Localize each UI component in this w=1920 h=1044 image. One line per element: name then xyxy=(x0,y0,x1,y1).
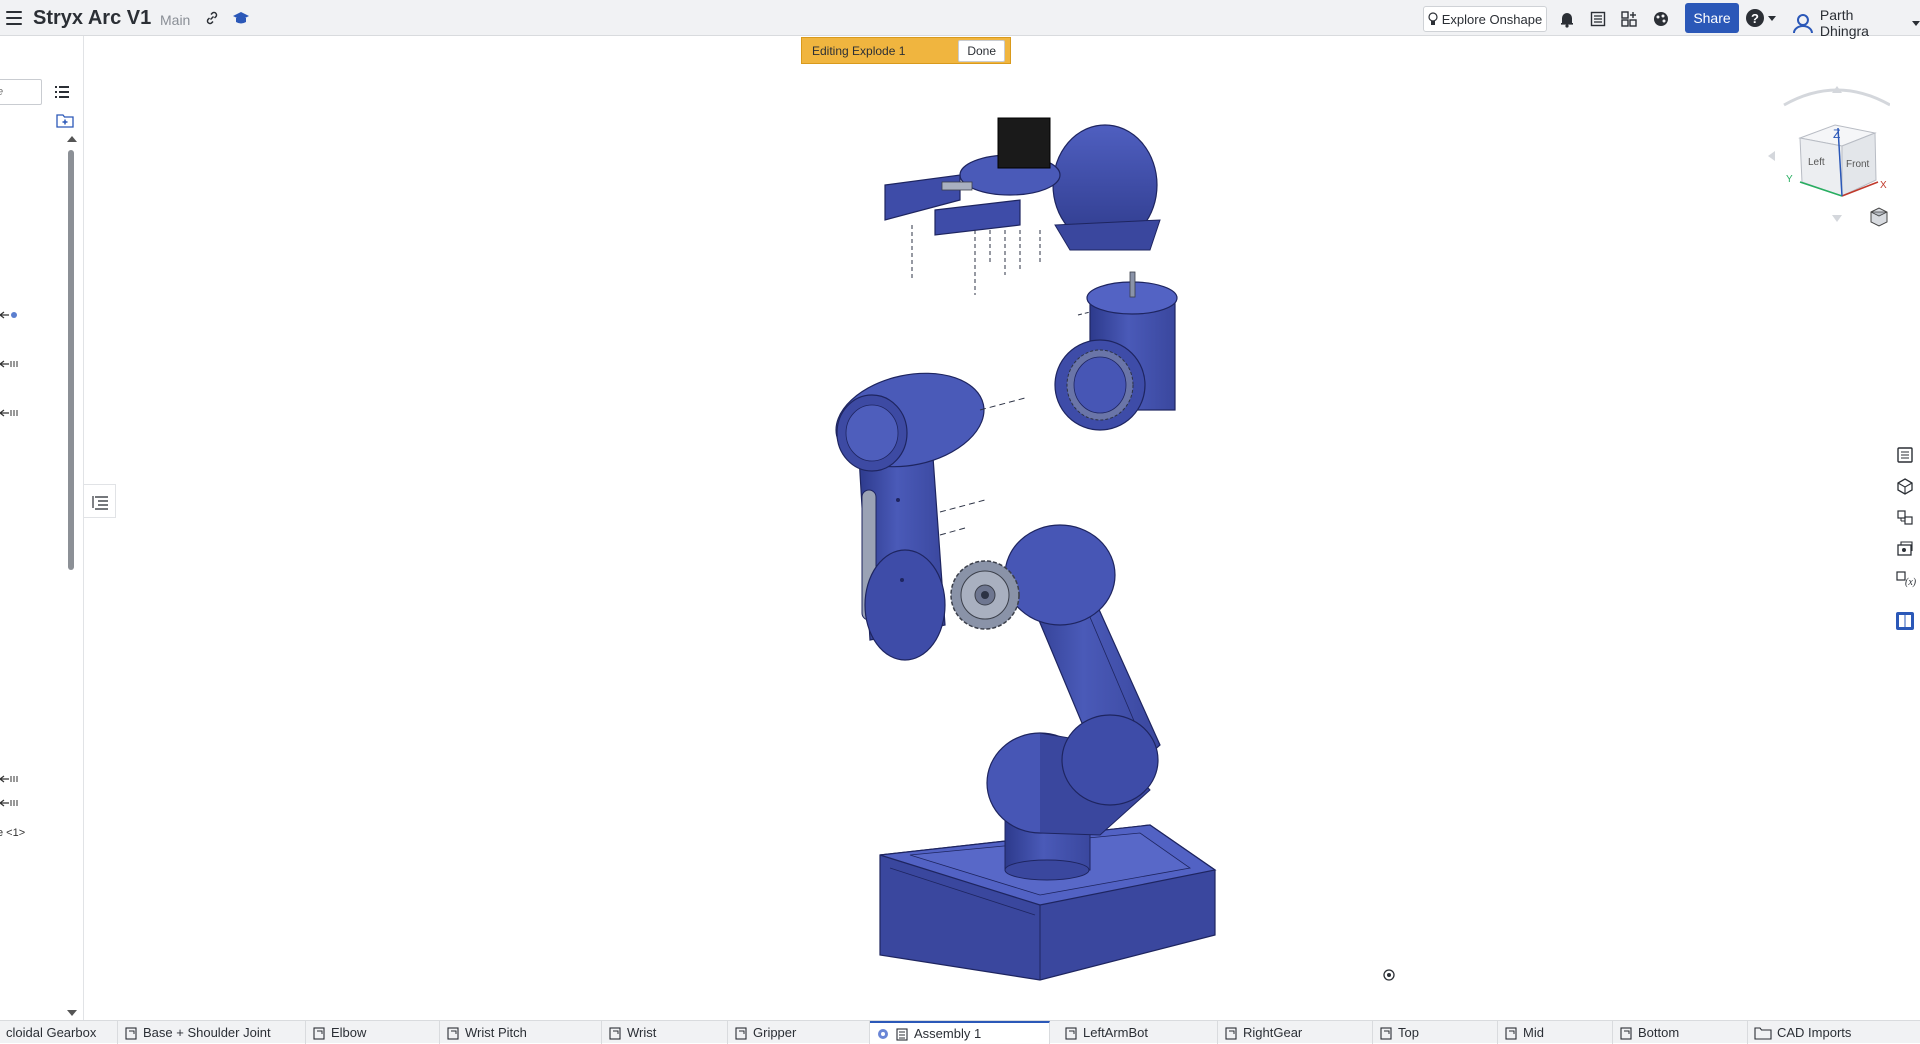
document-title[interactable]: Stryx Arc V1 xyxy=(33,7,151,30)
tab-label: Bottom xyxy=(1638,1025,1680,1040)
svg-text:(x): (x) xyxy=(1905,577,1916,588)
mate-icon[interactable] xyxy=(0,798,20,808)
top-bar: Stryx Arc V1 Main Explore Onshape Share … xyxy=(0,0,1920,39)
tab-label: cloidal Gearbox xyxy=(6,1025,97,1040)
part-studio-icon xyxy=(1505,1026,1517,1040)
tab-label: CAD Imports xyxy=(1777,1025,1852,1040)
app-store-icon[interactable] xyxy=(1620,10,1638,28)
avatar xyxy=(1792,14,1813,34)
tab-top[interactable]: Top xyxy=(1373,1021,1498,1044)
tab-cycloidal-gearbox[interactable]: cloidal Gearbox xyxy=(0,1021,118,1044)
help-menu[interactable]: ? xyxy=(1746,9,1776,27)
tab-elbow[interactable]: Elbow xyxy=(306,1021,440,1044)
tab-label: Elbow xyxy=(331,1025,367,1040)
mate-icon[interactable] xyxy=(0,774,20,784)
document-tabs: cloidal Gearbox Base + Shoulder Joint El… xyxy=(0,1020,1920,1044)
tab-bottom[interactable]: Bottom xyxy=(1613,1021,1748,1044)
pivot-marker-icon[interactable] xyxy=(1383,969,1395,981)
view-options-icon[interactable] xyxy=(1870,207,1890,227)
scroll-up-arrow[interactable] xyxy=(67,136,77,142)
named-views-icon[interactable] xyxy=(1894,537,1916,559)
appearance-icon[interactable] xyxy=(1652,10,1670,28)
bill-of-materials-icon[interactable] xyxy=(1894,506,1916,528)
explore-onshape-button[interactable]: Explore Onshape xyxy=(1423,6,1547,32)
tab-rightgear[interactable]: RightGear xyxy=(1218,1021,1373,1044)
part-studio-icon xyxy=(313,1026,325,1040)
properties-panel-icon[interactable] xyxy=(1894,444,1916,466)
part-studio-icon xyxy=(1065,1026,1077,1040)
tab-label: LeftArmBot xyxy=(1083,1025,1149,1040)
scrollbar-thumb[interactable] xyxy=(68,150,74,570)
user-name: Parth Dhingra xyxy=(1819,7,1869,39)
release-candidates-icon[interactable] xyxy=(1589,10,1607,28)
tab-label: Assembly 1 xyxy=(914,1026,982,1041)
tab-label: Wrist xyxy=(627,1025,657,1040)
instance-list-panel: e <1> xyxy=(0,36,84,1020)
part-studio-icon xyxy=(447,1026,459,1040)
tab-label: Gripper xyxy=(753,1025,797,1040)
view-cube-left: Left xyxy=(1808,157,1825,168)
tab-wrist-pitch[interactable]: Wrist Pitch xyxy=(440,1021,602,1044)
tab-wrist[interactable]: Wrist xyxy=(602,1021,728,1044)
axis-y-label: Y xyxy=(1786,174,1793,185)
part-studio-icon xyxy=(735,1026,747,1040)
tab-label: Mid xyxy=(1523,1025,1544,1040)
graphics-viewport[interactable]: Z Left Front X Y xyxy=(85,37,1890,1020)
explode-indicator-icon xyxy=(878,1028,888,1039)
chevron-down-icon xyxy=(1768,15,1776,21)
scroll-down-arrow[interactable] xyxy=(67,1010,77,1016)
link-icon[interactable] xyxy=(204,10,220,26)
user-menu[interactable]: Parth Dhingra xyxy=(1792,7,1920,39)
part-studio-icon xyxy=(1620,1026,1632,1040)
learning-center-icon[interactable] xyxy=(232,10,250,26)
mate-icon[interactable] xyxy=(0,359,20,369)
tab-base-shoulder-joint[interactable]: Base + Shoulder Joint xyxy=(118,1021,306,1044)
explore-label: Explore Onshape xyxy=(1441,11,1543,27)
add-folder-icon[interactable] xyxy=(56,112,74,128)
wrist-pitch[interactable] xyxy=(1054,271,1178,431)
tab-label: Wrist Pitch xyxy=(465,1025,527,1040)
share-button[interactable]: Share xyxy=(1685,3,1739,33)
axis-x-label: X xyxy=(1880,180,1887,191)
lightbulb-icon xyxy=(1428,12,1438,25)
mate-connector-icon[interactable] xyxy=(0,310,20,320)
filter-input[interactable] xyxy=(0,79,42,105)
notifications-icon[interactable] xyxy=(1558,10,1576,28)
configurations-icon[interactable] xyxy=(1894,475,1916,497)
part-studio-icon xyxy=(1380,1026,1392,1040)
list-view-icon[interactable] xyxy=(54,84,70,100)
gripper-assembly[interactable] xyxy=(884,117,1161,295)
cycloidal-gear[interactable] xyxy=(950,560,1020,630)
part-studio-icon xyxy=(609,1026,621,1040)
instance-label[interactable]: e <1> xyxy=(0,827,25,839)
variables-icon[interactable]: (x) xyxy=(1894,568,1916,590)
tab-cad-imports[interactable]: CAD Imports xyxy=(1748,1021,1920,1044)
help-icon: ? xyxy=(1746,9,1764,27)
menu-icon[interactable] xyxy=(6,11,22,25)
folder-icon xyxy=(1754,1026,1772,1040)
tab-mid[interactable]: Mid xyxy=(1498,1021,1613,1044)
part-studio-icon xyxy=(125,1026,137,1040)
tab-assembly-1[interactable]: Assembly 1 xyxy=(870,1021,1050,1044)
tab-leftarmbot[interactable]: LeftArmBot xyxy=(1058,1021,1218,1044)
assembly-icon xyxy=(896,1027,908,1041)
view-cube-front: Front xyxy=(1846,159,1870,170)
chevron-down-icon xyxy=(1912,20,1920,26)
part-studio-icon xyxy=(1225,1026,1237,1040)
mate-icon[interactable] xyxy=(0,408,20,418)
view-cube[interactable]: Z Left Front X Y xyxy=(1768,86,1890,222)
tab-label: Top xyxy=(1398,1025,1419,1040)
tab-label: RightGear xyxy=(1243,1025,1303,1040)
tab-label: Base + Shoulder Joint xyxy=(143,1025,271,1040)
appearances-panel-icon[interactable] xyxy=(1894,610,1916,632)
tab-gripper[interactable]: Gripper xyxy=(728,1021,870,1044)
branch-label[interactable]: Main xyxy=(160,12,190,28)
